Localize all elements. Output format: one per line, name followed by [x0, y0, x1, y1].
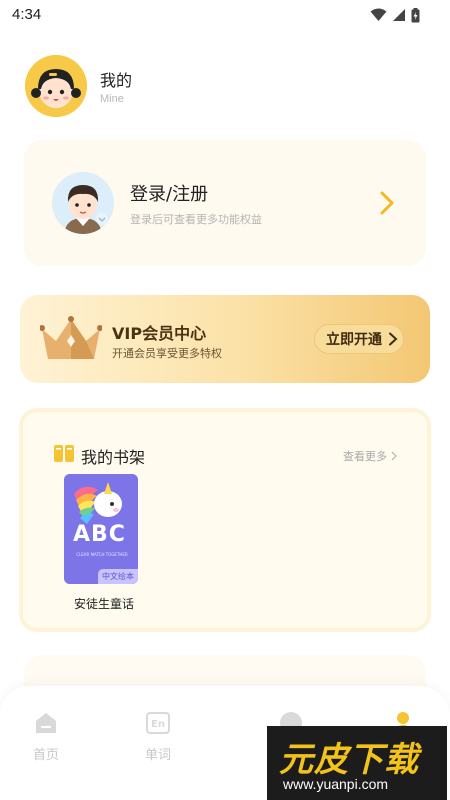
en-word-icon: En: [146, 712, 170, 734]
book-tag: 中文绘本: [98, 569, 138, 584]
status-bar: 4:34: [0, 0, 450, 32]
watermark-url: www.yuanpi.com: [283, 776, 389, 792]
vip-title: VIP会员中心: [112, 324, 207, 343]
login-card[interactable]: 登录/注册 登录后可查看更多功能权益: [24, 140, 426, 266]
wifi-icon: [370, 8, 387, 21]
girl-avatar-icon: [25, 55, 87, 117]
home-icon: [36, 713, 56, 733]
boy-avatar-icon: [52, 172, 114, 234]
signal-icon: [393, 9, 405, 21]
view-more-link[interactable]: 查看更多: [343, 448, 397, 464]
login-title[interactable]: 登录/注册: [130, 180, 208, 206]
tab-home[interactable]: 首页: [16, 710, 76, 763]
profile-header: 我的 Mine: [25, 55, 325, 117]
tab-home-label: 首页: [32, 748, 59, 763]
tab-words-label: 单词: [144, 748, 171, 763]
book-title[interactable]: 安徒生童话: [64, 595, 144, 612]
user-avatar[interactable]: [25, 55, 87, 117]
vip-button-label: 立即开通: [326, 332, 382, 348]
login-avatar: [52, 172, 114, 234]
page-title: 我的: [100, 71, 133, 90]
vip-open-button[interactable]: 立即开通: [314, 324, 404, 354]
tab-words[interactable]: En 单词: [128, 710, 188, 763]
crown-icon: [40, 316, 102, 359]
vip-subtitle: 开通会员享受更多特权: [112, 347, 222, 360]
chevron-right-icon: [389, 332, 398, 346]
bookshelf-title: 我的书架: [81, 448, 146, 467]
status-time: 4:34: [12, 6, 42, 23]
bookshelf-icon: [54, 445, 74, 462]
status-icons: [370, 7, 420, 23]
battery-icon: [411, 7, 420, 22]
page-subtitle: Mine: [100, 93, 124, 105]
login-subtitle: 登录后可查看更多功能权益: [130, 213, 262, 226]
book-cover-small-text: CLEAR MATCH TOGETHER: [76, 552, 128, 557]
vip-card[interactable]: VIP会员中心 开通会员享受更多特权 立即开通: [20, 295, 430, 383]
chevron-right-icon: [391, 451, 397, 461]
bookshelf-card: 我的书架 查看更多 ABC CLEAR MATCH TOGETHER 中文绘本 …: [19, 408, 431, 632]
view-more-label: 查看更多: [343, 450, 387, 463]
chevron-right-icon[interactable]: [376, 190, 398, 216]
book-cover[interactable]: ABC CLEAR MATCH TOGETHER 中文绘本: [64, 474, 138, 584]
svg-text:En: En: [151, 719, 165, 730]
watermark: 元皮下载 www.yuanpi.com: [267, 726, 447, 800]
watermark-text: 元皮下载: [279, 740, 419, 780]
book-cover-text: ABC: [73, 522, 126, 547]
